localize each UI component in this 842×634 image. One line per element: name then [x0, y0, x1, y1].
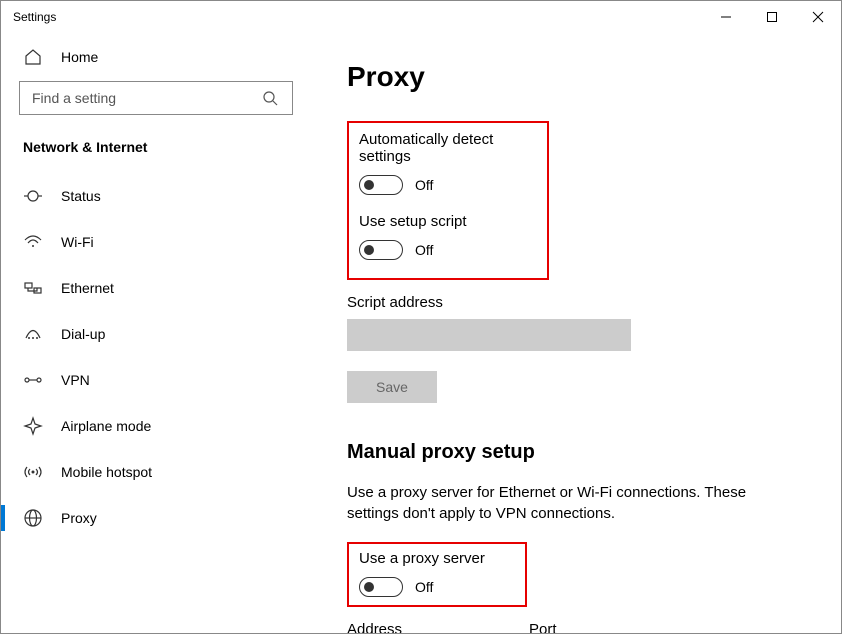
- maximize-button[interactable]: [749, 1, 795, 33]
- window-controls: [703, 1, 841, 33]
- sidebar-item-label: VPN: [61, 372, 90, 388]
- sidebar-item-status[interactable]: Status: [1, 173, 311, 219]
- auto-detect-state: Off: [415, 177, 433, 193]
- airplane-icon: [23, 416, 43, 436]
- sidebar-item-hotspot[interactable]: Mobile hotspot: [1, 449, 311, 495]
- proxy-icon: [23, 508, 43, 528]
- manual-description: Use a proxy server for Ethernet or Wi-Fi…: [347, 482, 787, 524]
- setup-script-label: Use setup script: [359, 213, 537, 230]
- search-placeholder: Find a setting: [32, 90, 116, 106]
- vpn-icon: [23, 370, 43, 390]
- wifi-icon: [23, 232, 43, 252]
- close-button[interactable]: [795, 1, 841, 33]
- sidebar-item-label: Dial-up: [61, 326, 105, 342]
- settings-window: Settings Home Find a setting: [0, 0, 842, 634]
- use-proxy-toggle[interactable]: [359, 577, 403, 597]
- setup-script-state: Off: [415, 242, 433, 258]
- sidebar-item-proxy[interactable]: Proxy: [1, 495, 311, 541]
- dialup-icon: [23, 324, 43, 344]
- address-label: Address: [347, 621, 507, 633]
- script-address-input[interactable]: [347, 319, 631, 351]
- content-area: Proxy Automatically detect settings Off …: [311, 33, 841, 633]
- sidebar-item-label: Ethernet: [61, 280, 114, 296]
- sidebar-item-label: Airplane mode: [61, 418, 151, 434]
- sidebar: Home Find a setting Network & Internet S…: [1, 33, 311, 633]
- ethernet-icon: [23, 278, 43, 298]
- status-icon: [23, 186, 43, 206]
- port-label: Port: [529, 621, 615, 633]
- sidebar-item-wifi[interactable]: Wi-Fi: [1, 219, 311, 265]
- home-icon: [23, 47, 43, 67]
- home-link[interactable]: Home: [1, 33, 311, 81]
- sidebar-item-label: Wi-Fi: [61, 234, 94, 250]
- save-button[interactable]: Save: [347, 371, 437, 403]
- setup-script-toggle[interactable]: [359, 240, 403, 260]
- script-address-label: Script address: [347, 294, 811, 311]
- titlebar: Settings: [1, 1, 841, 33]
- category-heading: Network & Internet: [1, 133, 311, 173]
- use-proxy-label: Use a proxy server: [359, 550, 515, 567]
- search-input[interactable]: Find a setting: [19, 81, 293, 115]
- sidebar-item-label: Mobile hotspot: [61, 464, 152, 480]
- search-icon: [260, 88, 280, 108]
- manual-heading: Manual proxy setup: [347, 441, 811, 464]
- use-proxy-state: Off: [415, 579, 433, 595]
- sidebar-item-vpn[interactable]: VPN: [1, 357, 311, 403]
- auto-detect-toggle[interactable]: [359, 175, 403, 195]
- window-title: Settings: [13, 10, 56, 24]
- minimize-button[interactable]: [703, 1, 749, 33]
- sidebar-item-label: Proxy: [61, 510, 97, 526]
- sidebar-item-ethernet[interactable]: Ethernet: [1, 265, 311, 311]
- sidebar-item-label: Status: [61, 188, 101, 204]
- auto-detect-label: Automatically detect settings: [359, 131, 537, 165]
- sidebar-item-airplane[interactable]: Airplane mode: [1, 403, 311, 449]
- home-label: Home: [61, 49, 98, 65]
- hotspot-icon: [23, 462, 43, 482]
- use-proxy-highlight: Use a proxy server Off: [347, 542, 527, 607]
- auto-settings-highlight: Automatically detect settings Off Use se…: [347, 121, 549, 280]
- page-title: Proxy: [347, 61, 811, 93]
- sidebar-item-dialup[interactable]: Dial-up: [1, 311, 311, 357]
